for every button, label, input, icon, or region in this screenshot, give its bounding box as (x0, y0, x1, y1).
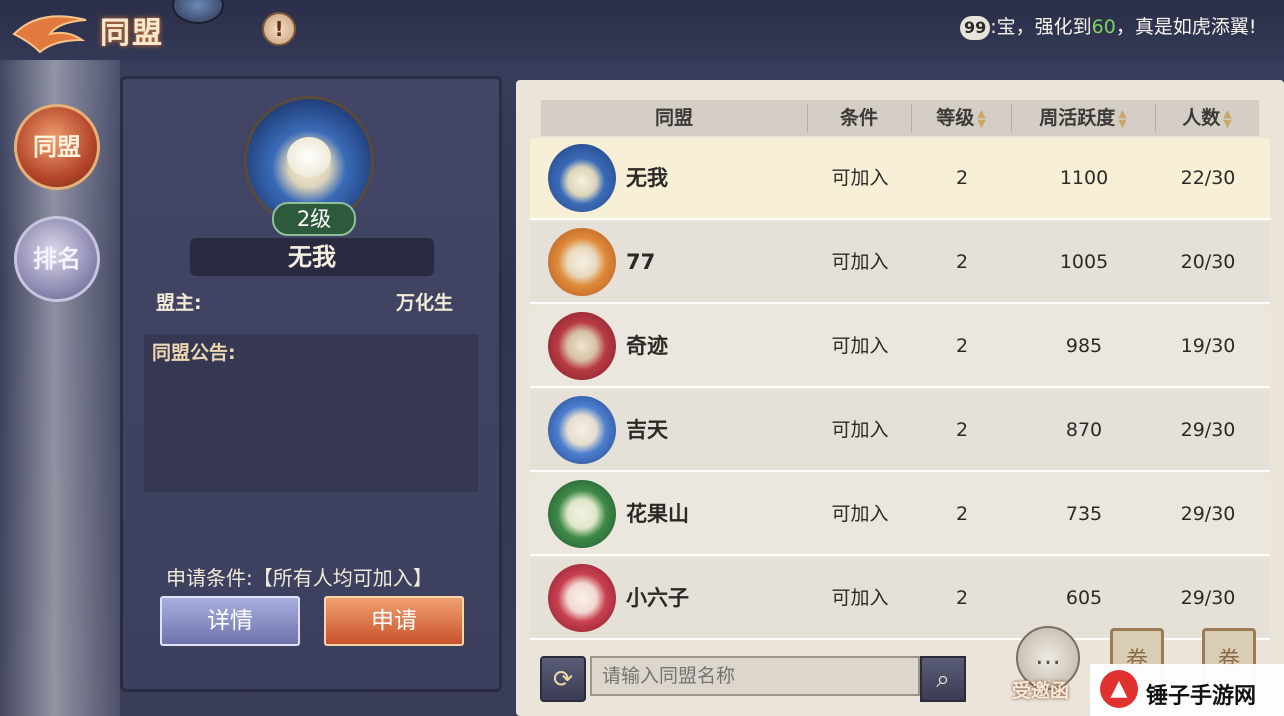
column-label: 人数 (1182, 107, 1221, 129)
table-row[interactable]: 花果山 可加入 2 735 29/30 (530, 474, 1270, 556)
alliance-name-cell: 奇迹 (626, 334, 668, 358)
alliance-name-cell: 无我 (626, 166, 668, 190)
members-cell: 29/30 (1180, 503, 1236, 525)
info-button[interactable]: ! (262, 12, 296, 46)
sort-arrows-icon[interactable]: ▲ ▼ (1223, 108, 1231, 129)
members-cell: 20/30 (1180, 251, 1236, 273)
condition-cell: 可加入 (831, 587, 889, 609)
leader-label: 盟主: (156, 292, 202, 314)
apply-condition: 申请条件:【所有人均可加入】 (166, 566, 433, 590)
condition-cell: 可加入 (831, 167, 889, 189)
alliance-emblem-icon (548, 564, 616, 632)
detail-button[interactable]: 详情 (160, 596, 300, 646)
alliance-name-cell: 77 (626, 250, 656, 274)
search-icon[interactable]: ⌕ (920, 656, 966, 702)
alliance-emblem-icon (548, 144, 616, 212)
level-cell: 2 (955, 335, 969, 357)
condition-cell: 可加入 (831, 251, 889, 273)
alliance-name-cell: 小六子 (626, 586, 689, 610)
column-alliance: 同盟 (541, 100, 807, 136)
members-cell: 29/30 (1180, 419, 1236, 441)
alliance-name-cell: 吉天 (626, 418, 668, 442)
column-label: 等级 (936, 107, 975, 129)
sort-arrows-icon[interactable]: ▲ ▼ (977, 108, 985, 129)
leader-name: 万化生 (396, 292, 454, 314)
alliance-emblem-icon (548, 480, 616, 548)
alliance-name: 无我 (190, 238, 434, 276)
column-condition: 条件 (807, 100, 911, 136)
column-label: 周活跃度 (1039, 107, 1116, 129)
apply-button[interactable]: 申请 (324, 596, 464, 646)
level-cell: 2 (955, 503, 969, 525)
alliance-emblem-icon (548, 396, 616, 464)
table-row[interactable]: 奇迹 可加入 2 985 19/30 (530, 306, 1270, 388)
table-header: 同盟 条件 等级 ▲ ▼ 周活跃度 ▲ ▼ 人数 ▲ ▼ (541, 100, 1259, 136)
alliance-wing-logo-icon (12, 15, 87, 54)
members-cell: 29/30 (1180, 587, 1236, 609)
column-level[interactable]: 等级 ▲ ▼ (911, 100, 1011, 136)
members-cell: 22/30 (1180, 167, 1236, 189)
alliance-name-cell: 花果山 (626, 502, 689, 526)
activity-cell: 870 (1065, 419, 1103, 441)
condition-cell: 可加入 (831, 419, 889, 441)
notice-highlight: 60 (1091, 16, 1116, 38)
column-activity[interactable]: 周活跃度 ▲ ▼ (1011, 100, 1155, 136)
scrolling-notice: 99:宝，强化到60，真是如虎添翼! (960, 12, 1256, 42)
level-cell: 2 (955, 251, 969, 273)
activity-cell: 605 (1065, 587, 1103, 609)
column-label: 同盟 (654, 107, 693, 129)
activity-cell: 1005 (1059, 251, 1109, 273)
table-row[interactable]: 无我 可加入 2 1100 22/30 (530, 138, 1270, 220)
announcement-label: 同盟公告: (152, 342, 236, 364)
notice-text-pre: :宝，强化到 (990, 16, 1092, 38)
sort-arrows-icon[interactable]: ▲ ▼ (1118, 108, 1126, 129)
invitation-label[interactable]: 受邀函 (1012, 676, 1069, 703)
members-cell: 19/30 (1180, 335, 1236, 357)
level-badge: 2级 (272, 202, 356, 236)
refresh-icon[interactable]: ⟳ (540, 656, 586, 702)
activity-cell: 735 (1065, 503, 1103, 525)
column-label: 条件 (839, 107, 878, 129)
table-row[interactable]: 77 可加入 2 1005 20/30 (530, 222, 1270, 304)
level-cell: 2 (955, 419, 969, 441)
level-cell: 2 (955, 167, 969, 189)
alliance-search-input[interactable] (590, 656, 920, 696)
level-cell: 2 (955, 587, 969, 609)
alliance-emblem-icon (548, 312, 616, 380)
notice-badge: 99 (960, 15, 991, 40)
column-members[interactable]: 人数 ▲ ▼ (1155, 100, 1259, 136)
watermark-logo-icon: ▲ (1100, 670, 1138, 708)
condition-cell: 可加入 (831, 503, 889, 525)
notice-text-post: ，真是如虎添翼! (1115, 16, 1257, 38)
activity-cell: 985 (1065, 335, 1103, 357)
activity-cell: 1100 (1059, 167, 1109, 189)
table-row[interactable]: 吉天 可加入 2 870 29/30 (530, 390, 1270, 472)
sidebar-item-alliance[interactable]: 同盟 (14, 104, 100, 190)
sidebar-item-ranking[interactable]: 排名 (14, 216, 100, 302)
watermark-text: 锤子手游网 (1146, 684, 1257, 709)
condition-cell: 可加入 (831, 335, 889, 357)
page-title: 同盟 (100, 16, 164, 51)
alliance-emblem-icon (548, 228, 616, 296)
